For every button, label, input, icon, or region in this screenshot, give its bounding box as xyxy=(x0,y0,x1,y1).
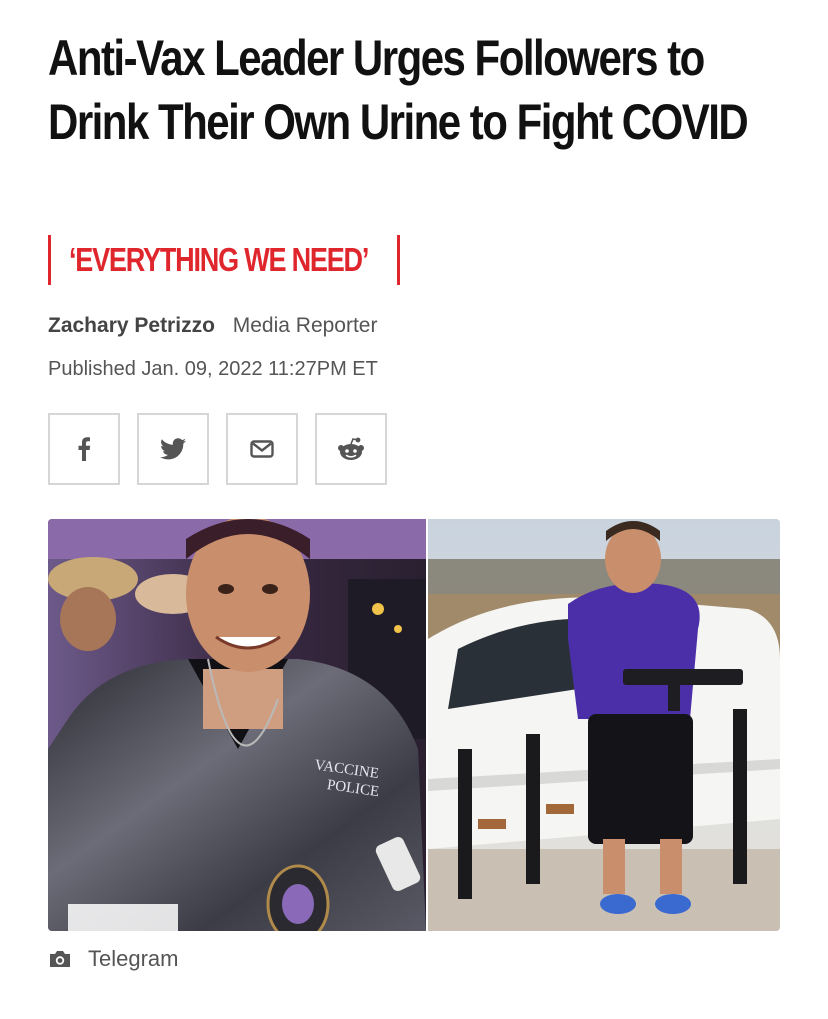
published-date: Published Jan. 09, 2022 11:27PM ET xyxy=(48,358,378,380)
photo-credit: Telegram xyxy=(48,946,178,972)
rubric: ‘EVERYTHING WE NEED’ xyxy=(48,235,400,285)
photo-right-image xyxy=(428,519,780,931)
share-twitter-button[interactable] xyxy=(137,413,209,485)
camera-icon xyxy=(50,951,70,967)
article-photo[interactable]: VACCINE POLICE xyxy=(48,519,780,931)
facebook-icon xyxy=(78,437,91,461)
byline: Zachary Petrizzo Media Reporter xyxy=(48,314,377,338)
share-reddit-button[interactable] xyxy=(315,413,387,485)
photo-credit-text: Telegram xyxy=(88,946,179,971)
photo-left-image: VACCINE POLICE xyxy=(48,519,426,931)
twitter-icon xyxy=(160,438,186,460)
photo-right-panel xyxy=(428,519,780,931)
share-email-button[interactable] xyxy=(226,413,298,485)
author-name[interactable]: Zachary Petrizzo xyxy=(48,314,215,337)
reddit-icon xyxy=(338,437,364,460)
share-facebook-button[interactable] xyxy=(48,413,120,485)
headline: Anti-Vax Leader Urges Followers to Drink… xyxy=(48,30,749,150)
author-title: Media Reporter xyxy=(232,314,378,337)
mail-icon xyxy=(250,440,274,458)
photo-left-panel: VACCINE POLICE xyxy=(48,519,426,931)
rubric-label: ‘EVERYTHING WE NEED’ xyxy=(69,241,369,278)
share-bar xyxy=(48,413,387,485)
